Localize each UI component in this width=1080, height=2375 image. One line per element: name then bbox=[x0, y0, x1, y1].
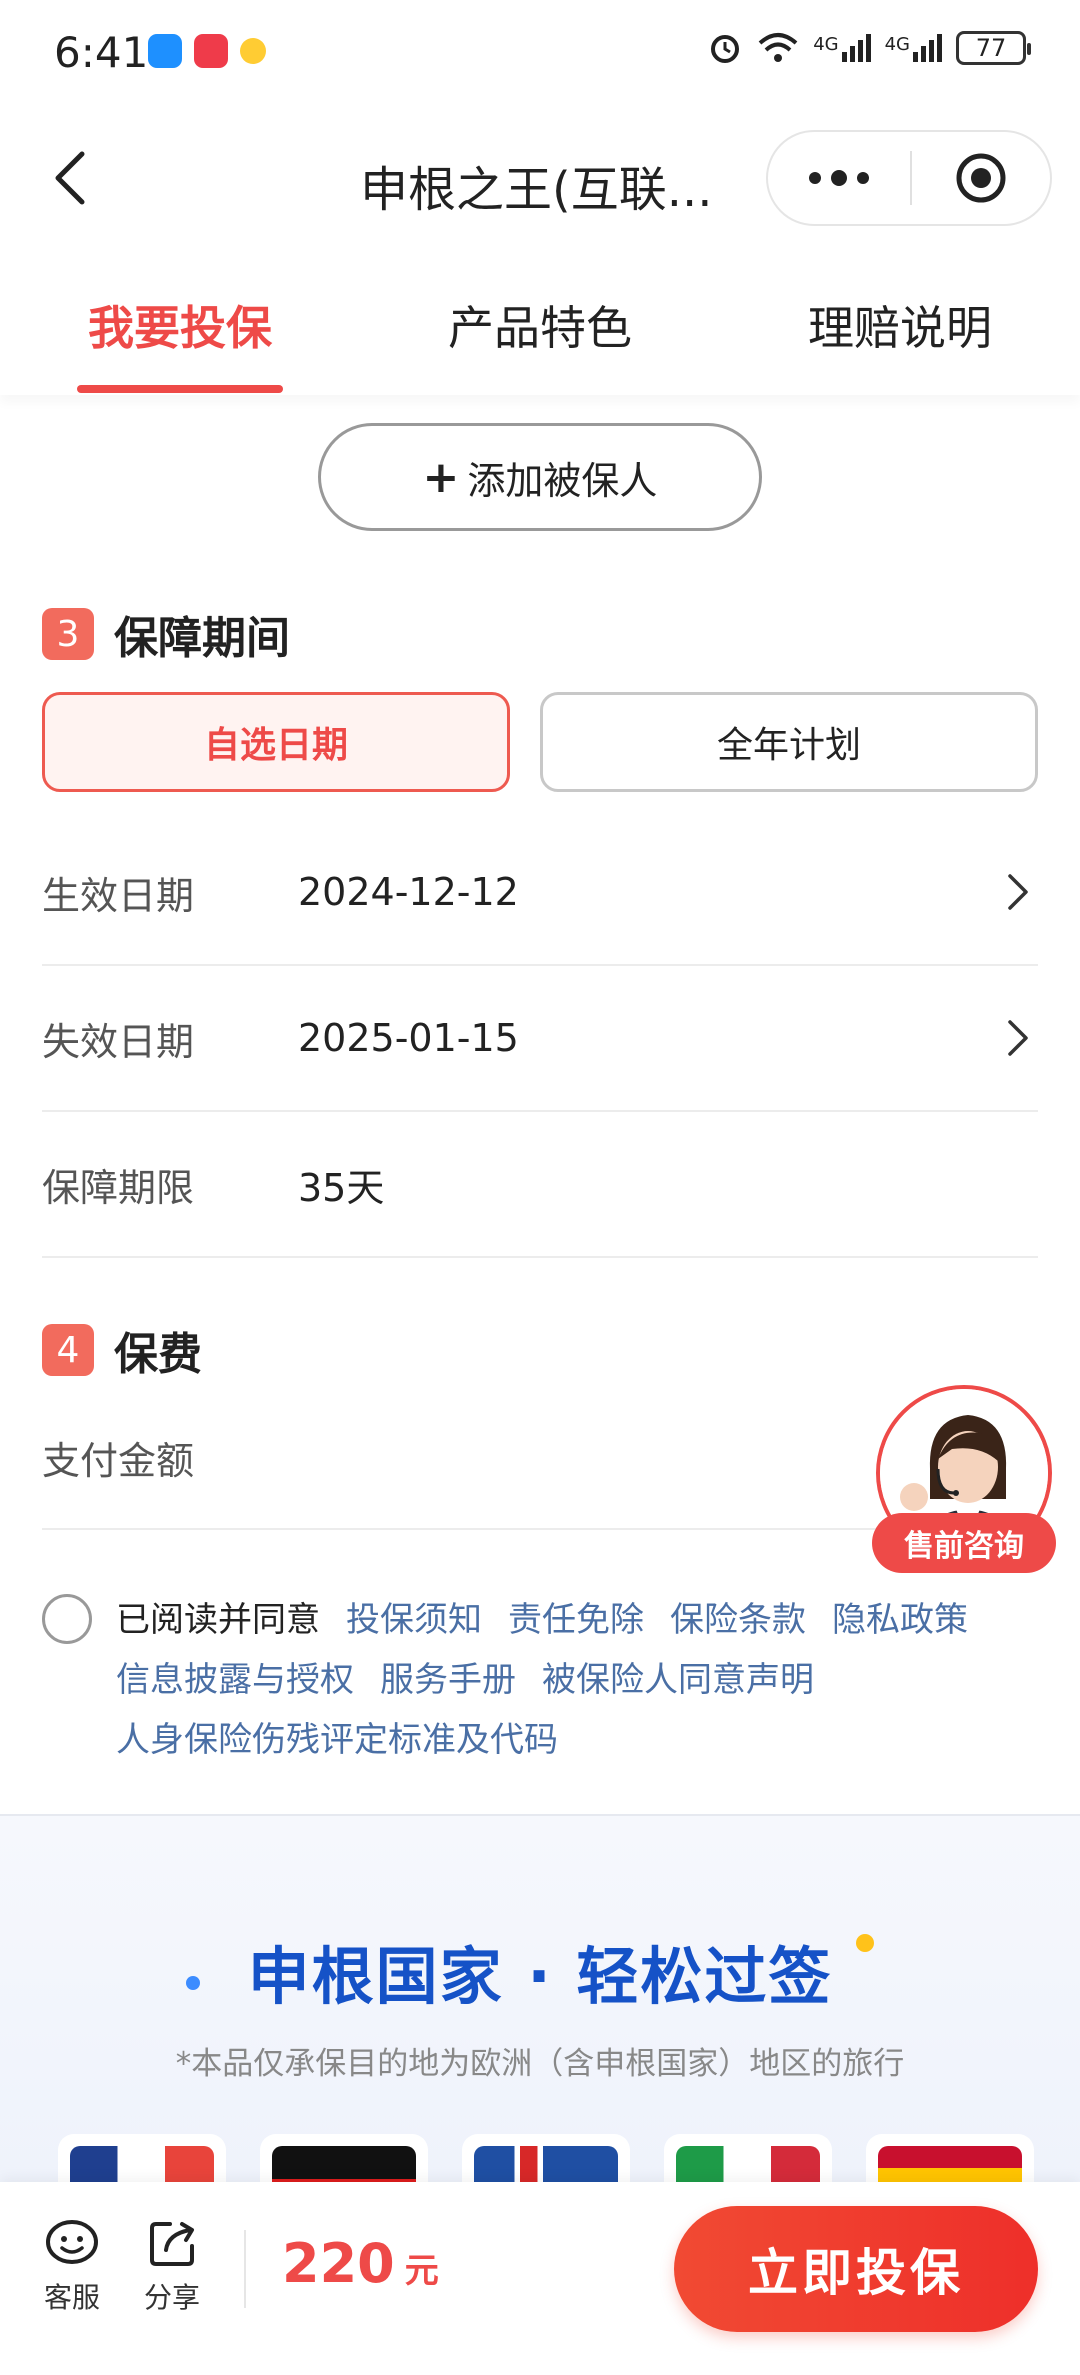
schengen-banner: 申根国家 · 轻松过签 *本品仅承保目的地为欧洲（含申根国家）地区的旅行 bbox=[0, 1814, 1080, 2224]
price-amount: 220 bbox=[282, 2232, 395, 2295]
tab-label: 产品特色 bbox=[448, 301, 632, 355]
wifi-icon bbox=[758, 33, 798, 62]
start-date-label: 生效日期 bbox=[42, 873, 195, 918]
link-exclusions[interactable]: 责任免除 bbox=[508, 1600, 644, 1640]
tab-bar: 我要投保 产品特色 理赔说明 bbox=[0, 250, 1080, 395]
section-number-badge: 3 bbox=[42, 608, 94, 660]
duration-label: 保障期限 bbox=[42, 1165, 195, 1210]
section-title: 保障期间 bbox=[114, 613, 290, 664]
red-app-icon bbox=[194, 34, 228, 68]
banner-subtitle: *本品仅承保目的地为欧洲（含申根国家）地区的旅行 bbox=[175, 2046, 905, 2082]
add-insured-button[interactable]: + 添加被保人 bbox=[318, 423, 762, 531]
share-label: 分享 bbox=[143, 2281, 200, 2314]
notification-icons bbox=[148, 34, 266, 68]
close-mini-program-button[interactable] bbox=[912, 132, 1050, 224]
payment-amount-label: 支付金额 bbox=[42, 1439, 195, 1483]
target-icon bbox=[956, 153, 1006, 203]
presale-consult-label: 售前咨询 bbox=[872, 1513, 1056, 1573]
link-service-manual[interactable]: 服务手册 bbox=[380, 1660, 516, 1700]
link-insure-notice[interactable]: 投保须知 bbox=[346, 1600, 482, 1640]
network-type-1: 4G bbox=[813, 34, 839, 55]
bottom-divider bbox=[244, 2230, 246, 2308]
section-fee-header: 4 保费 bbox=[42, 1318, 202, 1382]
share-button[interactable]: 分享 bbox=[132, 2218, 212, 2316]
duration-value: 35天 bbox=[298, 1165, 385, 1210]
status-time: 6:41 bbox=[54, 28, 149, 77]
customer-service-button[interactable]: 客服 bbox=[32, 2218, 112, 2316]
start-date-row[interactable]: 生效日期 2024-12-12 bbox=[42, 820, 1038, 966]
pet-app-icon bbox=[240, 38, 266, 64]
end-date-label: 失效日期 bbox=[42, 1019, 195, 1064]
presale-consult-button[interactable]: 售前咨询 bbox=[872, 1385, 1056, 1577]
signal-icon-2: 4G bbox=[885, 34, 942, 62]
banner-title-wrap: 申根国家 · 轻松过签 bbox=[180, 1926, 900, 2016]
mini-program-capsule bbox=[766, 130, 1052, 226]
section-period-header: 3 保障期间 bbox=[42, 602, 290, 666]
smile-chat-icon bbox=[46, 2220, 98, 2264]
buy-now-button[interactable]: 立即投保 bbox=[674, 2206, 1038, 2332]
link-disability-standard[interactable]: 人身保险伤残评定标准及代码 bbox=[116, 1720, 558, 1760]
end-date-value: 2025-01-15 bbox=[298, 1016, 519, 1060]
battery-icon: 77 bbox=[956, 31, 1031, 65]
tab-features[interactable]: 产品特色 bbox=[360, 250, 720, 395]
start-date-value: 2024-12-12 bbox=[298, 870, 519, 914]
alarm-icon bbox=[711, 35, 740, 63]
tab-active-indicator bbox=[77, 385, 283, 393]
tab-insure[interactable]: 我要投保 bbox=[0, 250, 360, 395]
link-terms[interactable]: 保险条款 bbox=[670, 1600, 806, 1640]
link-insured-consent[interactable]: 被保险人同意声明 bbox=[542, 1660, 814, 1700]
chevron-right-icon bbox=[998, 1018, 1038, 1058]
signal-icon-1: 4G bbox=[813, 34, 871, 62]
agreement-checkbox[interactable] bbox=[42, 1594, 92, 1644]
back-button[interactable] bbox=[40, 146, 100, 210]
tab-label: 我要投保 bbox=[88, 301, 272, 355]
battery-level: 77 bbox=[975, 34, 1007, 62]
chevron-right-icon bbox=[998, 872, 1038, 912]
agreement-lead: 已阅读并同意 bbox=[116, 1600, 320, 1640]
annual-plan-option[interactable]: 全年计划 bbox=[540, 692, 1038, 792]
end-date-row[interactable]: 失效日期 2025-01-15 bbox=[42, 966, 1038, 1112]
network-type-2: 4G bbox=[884, 34, 910, 55]
message-app-icon bbox=[148, 34, 182, 68]
more-button[interactable] bbox=[768, 132, 910, 224]
customer-service-label: 客服 bbox=[43, 2281, 100, 2314]
share-icon bbox=[150, 2222, 194, 2266]
system-icons: 4G 4G 77 bbox=[707, 30, 1031, 66]
link-disclosure[interactable]: 信息披露与授权 bbox=[116, 1660, 354, 1700]
plus-icon: + bbox=[422, 451, 460, 503]
banner-title: 申根国家 · 轻松过签 bbox=[227, 1926, 853, 2016]
link-privacy-policy[interactable]: 隐私政策 bbox=[832, 1600, 968, 1640]
agreement-text: 已阅读并同意 投保须知 责任免除 保险条款 隐私政策信息披露与授权 服务手册 被保险人同意声… bbox=[116, 1590, 1036, 1770]
more-dots-icon bbox=[809, 170, 869, 186]
bottom-action-bar: 客服 分享 220 元 立即投保 bbox=[0, 2182, 1080, 2375]
price-unit: 元 bbox=[404, 2251, 439, 2291]
add-insured-label: 添加被保人 bbox=[467, 458, 658, 503]
chevron-left-icon bbox=[55, 151, 85, 205]
tab-label: 理赔说明 bbox=[808, 301, 992, 355]
custom-date-option[interactable]: 自选日期 bbox=[42, 692, 510, 792]
section-title: 保费 bbox=[114, 1329, 202, 1380]
duration-row: 保障期限 35天 bbox=[42, 1112, 1038, 1258]
page-title: 申根之王(互联... bbox=[360, 162, 713, 218]
tab-claims[interactable]: 理赔说明 bbox=[720, 250, 1080, 395]
status-bar: 6:41 4G 4G 77 bbox=[0, 0, 1080, 110]
total-price: 220 元 bbox=[282, 2232, 439, 2295]
nav-bar: 申根之王(互联... bbox=[0, 110, 1080, 250]
section-number-badge: 4 bbox=[42, 1324, 94, 1376]
